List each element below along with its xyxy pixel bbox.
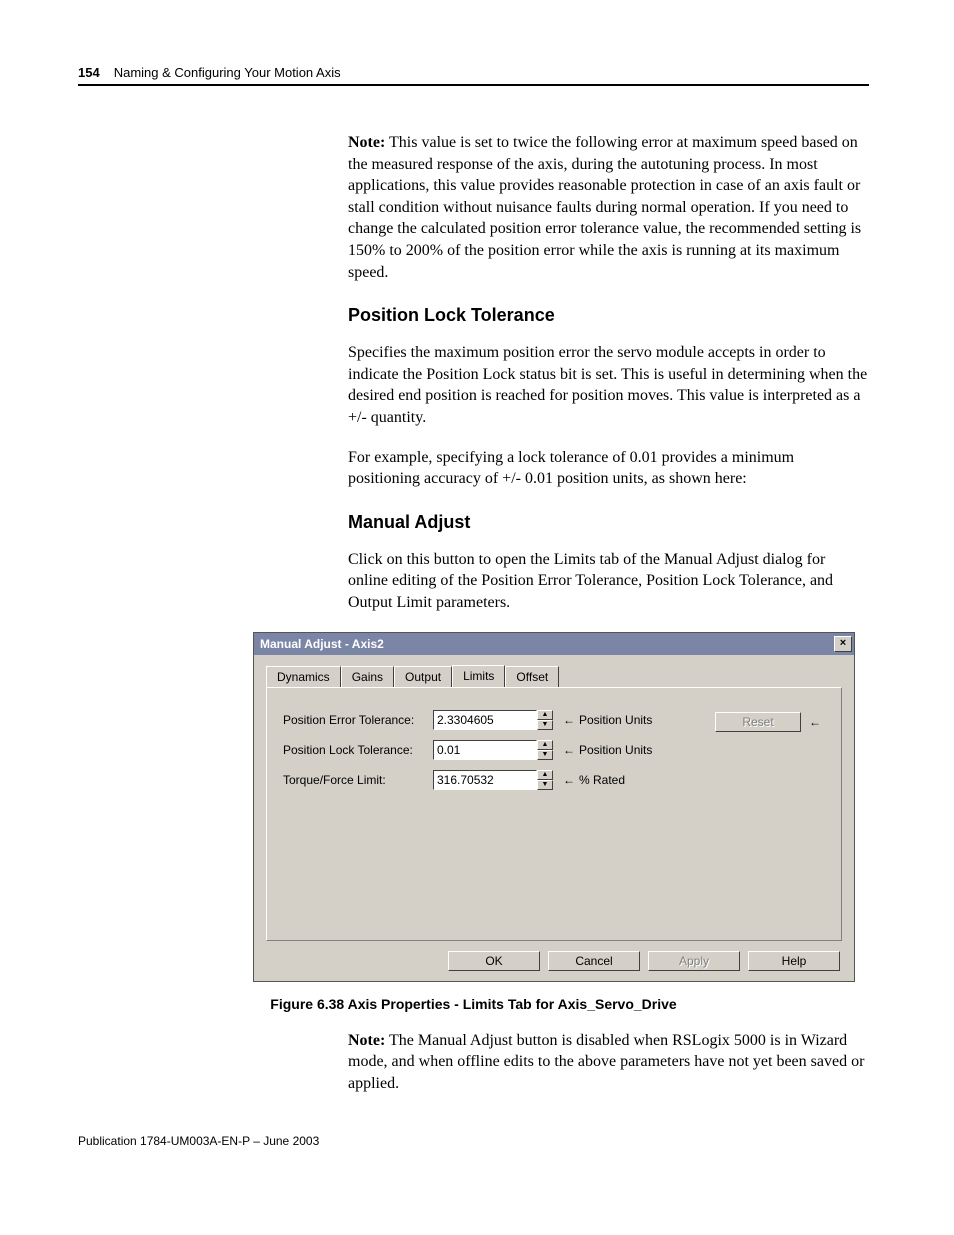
paragraph-position-lock-2: For example, specifying a lock tolerance…: [348, 447, 869, 490]
figure-caption: Figure 6.38 Axis Properties - Limits Tab…: [78, 996, 869, 1012]
note-text-2: The Manual Adjust button is disabled whe…: [348, 1032, 864, 1092]
spinner-up-icon[interactable]: ▲: [537, 740, 553, 750]
position-error-tolerance-input[interactable]: [433, 710, 537, 730]
spinner-up-icon[interactable]: ▲: [537, 770, 553, 780]
spinner-up-icon[interactable]: ▲: [537, 710, 553, 720]
section-title: Naming & Configuring Your Motion Axis: [114, 65, 341, 80]
label-position-error-tolerance: Position Error Tolerance:: [283, 713, 433, 727]
spinner-down-icon[interactable]: ▼: [537, 720, 553, 730]
ok-button[interactable]: OK: [448, 951, 540, 971]
arrow-left-icon: ←: [809, 715, 821, 729]
close-icon[interactable]: ×: [834, 636, 852, 652]
limits-tab-panel: Reset ← Position Error Tolerance: ▲ ▼ ←: [266, 687, 842, 941]
spinner-down-icon[interactable]: ▼: [537, 780, 553, 790]
note-text-1: This value is set to twice the following…: [348, 134, 861, 281]
arrow-left-icon: ←: [563, 743, 575, 757]
position-lock-tolerance-input[interactable]: [433, 740, 537, 760]
tab-strip: Dynamics Gains Output Limits Offset: [266, 665, 854, 687]
tab-limits[interactable]: Limits: [452, 665, 505, 687]
label-torque-force-limit: Torque/Force Limit:: [283, 773, 433, 787]
unit-torque-force-limit: % Rated: [579, 773, 625, 787]
tab-dynamics[interactable]: Dynamics: [266, 666, 341, 688]
arrow-left-icon: ←: [563, 713, 575, 727]
heading-manual-adjust: Manual Adjust: [348, 512, 869, 533]
arrow-left-icon: ←: [563, 773, 575, 787]
note-paragraph-1: Note: This value is set to twice the fol…: [348, 132, 869, 283]
label-position-lock-tolerance: Position Lock Tolerance:: [283, 743, 433, 757]
spinner-down-icon[interactable]: ▼: [537, 750, 553, 760]
manual-adjust-dialog: Manual Adjust - Axis2 × Dynamics Gains O…: [253, 632, 855, 982]
unit-position-lock-tolerance: Position Units: [579, 743, 652, 757]
cancel-button[interactable]: Cancel: [548, 951, 640, 971]
note-paragraph-2: Note: The Manual Adjust button is disabl…: [348, 1030, 869, 1095]
torque-force-limit-input[interactable]: [433, 770, 537, 790]
publication-footer: Publication 1784-UM003A-EN-P – June 2003: [78, 1134, 869, 1148]
paragraph-position-lock-1: Specifies the maximum position error the…: [348, 342, 869, 428]
tab-output[interactable]: Output: [394, 666, 452, 688]
tab-gains[interactable]: Gains: [341, 666, 394, 688]
unit-position-error-tolerance: Position Units: [579, 713, 652, 727]
header-rule: [78, 84, 869, 86]
apply-button[interactable]: Apply: [648, 951, 740, 971]
help-button[interactable]: Help: [748, 951, 840, 971]
dialog-titlebar[interactable]: Manual Adjust - Axis2 ×: [254, 633, 854, 655]
dialog-title: Manual Adjust - Axis2: [260, 637, 384, 651]
page-number: 154: [78, 65, 100, 80]
paragraph-manual-adjust: Click on this button to open the Limits …: [348, 549, 869, 614]
reset-button[interactable]: Reset: [715, 712, 801, 732]
tab-offset[interactable]: Offset: [505, 666, 559, 688]
heading-position-lock-tolerance: Position Lock Tolerance: [348, 305, 869, 326]
